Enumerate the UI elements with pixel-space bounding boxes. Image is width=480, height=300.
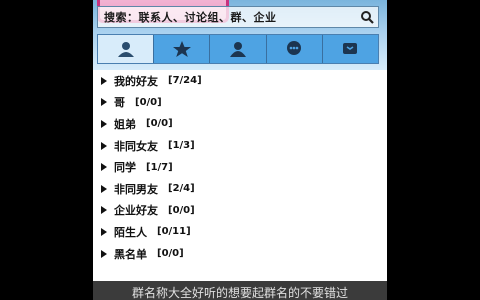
group-row[interactable]: 企业好友 [0/0] bbox=[93, 200, 387, 222]
tab-contacts[interactable] bbox=[98, 35, 155, 63]
expand-arrow-icon bbox=[101, 141, 107, 150]
expand-arrow-icon bbox=[101, 206, 107, 215]
group-count: [0/0] bbox=[157, 248, 184, 260]
group-icon bbox=[230, 42, 246, 57]
contact-group-list: 我的好友 [7/24] 哥 [0/0] 姐弟 [0/0] 非同女友 [1/3] 同学 [1… bbox=[93, 70, 387, 264]
expand-arrow-icon bbox=[101, 249, 107, 258]
tab-bar bbox=[97, 34, 379, 64]
group-row[interactable]: 陌生人 [0/11] bbox=[93, 221, 387, 243]
group-name: 非同男友 bbox=[114, 182, 158, 196]
expand-arrow-icon bbox=[101, 76, 107, 85]
group-row[interactable]: 同学 [1/7] bbox=[93, 156, 387, 178]
expand-arrow-icon bbox=[101, 119, 107, 128]
group-name: 哥 bbox=[114, 96, 125, 110]
group-count: [0/11] bbox=[157, 226, 191, 238]
group-name: 陌生人 bbox=[114, 225, 147, 239]
qq-contacts-panel: 搜索：联系人、讨论组、群、企业 我的好友 [7/24] 哥 [0/0] 姐弟 [… bbox=[93, 0, 387, 300]
group-row[interactable]: 非同女友 [1/3] bbox=[93, 135, 387, 157]
group-row[interactable]: 哥 [0/0] bbox=[93, 92, 387, 114]
group-name: 姐弟 bbox=[114, 117, 136, 131]
group-name: 企业好友 bbox=[114, 204, 158, 218]
star-icon bbox=[172, 41, 191, 57]
expand-arrow-icon bbox=[101, 184, 107, 193]
tab-recent[interactable] bbox=[322, 35, 379, 63]
group-row[interactable]: 我的好友 [7/24] bbox=[93, 70, 387, 92]
chat-icon bbox=[287, 41, 302, 55]
group-count: [1/7] bbox=[146, 161, 173, 173]
caption-text: 群名称大全好听的想要起群名的不要错过 bbox=[131, 286, 348, 300]
group-row[interactable]: 黑名单 [0/0] bbox=[93, 243, 387, 265]
search-bar[interactable]: 搜索：联系人、讨论组、群、企业 bbox=[97, 6, 379, 28]
caption-overlay: 群名称大全好听的想要起群名的不要错过 bbox=[93, 281, 387, 300]
contacts-icon bbox=[117, 42, 134, 57]
recent-icon bbox=[343, 43, 358, 54]
group-count: [0/0] bbox=[135, 96, 162, 108]
tab-favorites[interactable] bbox=[154, 35, 211, 63]
group-name: 同学 bbox=[114, 161, 136, 175]
tab-chats[interactable] bbox=[266, 35, 323, 63]
group-count: [7/24] bbox=[168, 75, 202, 87]
group-count: [1/3] bbox=[168, 140, 195, 152]
group-count: [0/0] bbox=[146, 118, 173, 130]
group-count: [0/0] bbox=[168, 204, 195, 216]
group-count: [2/4] bbox=[168, 183, 195, 195]
search-icon[interactable] bbox=[356, 6, 378, 28]
search-input[interactable]: 搜索：联系人、讨论组、群、企业 bbox=[104, 9, 356, 25]
expand-arrow-icon bbox=[101, 98, 107, 107]
group-name: 非同女友 bbox=[114, 139, 158, 153]
group-name: 我的好友 bbox=[114, 74, 158, 88]
group-row[interactable]: 非同男友 [2/4] bbox=[93, 178, 387, 200]
expand-arrow-icon bbox=[101, 227, 107, 236]
group-name: 黑名单 bbox=[114, 247, 147, 261]
header: 搜索：联系人、讨论组、群、企业 bbox=[93, 0, 387, 70]
tab-groups[interactable] bbox=[210, 35, 267, 63]
expand-arrow-icon bbox=[101, 163, 107, 172]
group-row[interactable]: 姐弟 [0/0] bbox=[93, 113, 387, 135]
